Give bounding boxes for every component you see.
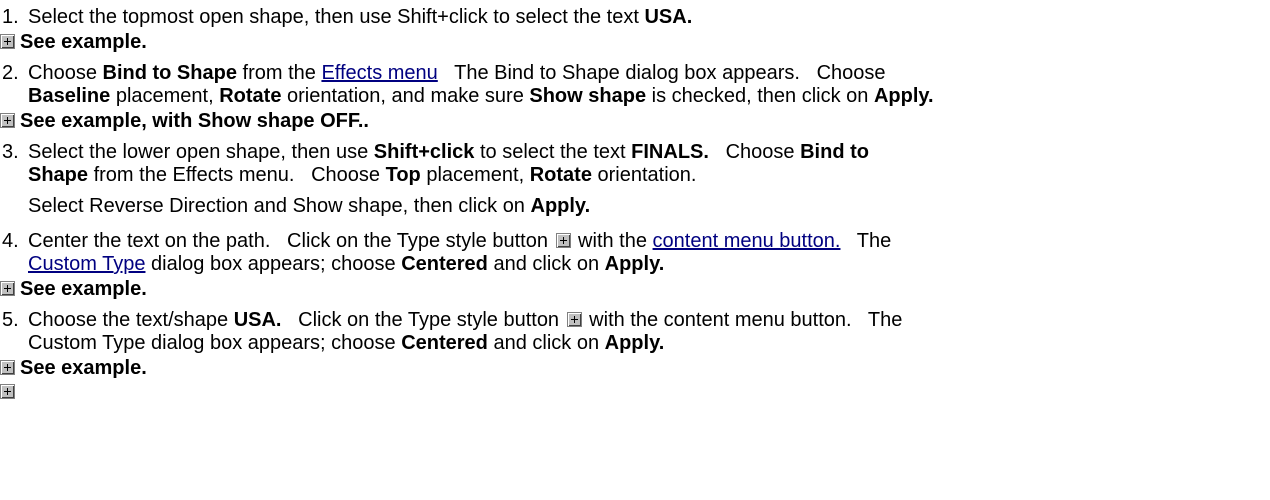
step-3-bold-shift-click: Shift+click xyxy=(373,141,475,163)
step-3-line-1: 3. Select the lower open shape, then use … xyxy=(0,141,869,164)
step-3-text-d: from the Effects menu. Choose xyxy=(88,164,386,186)
step-4-example-row[interactable]: See example. xyxy=(0,278,147,301)
step-3-text-b: to select the text xyxy=(474,141,632,163)
step-3-bold-apply: Apply. xyxy=(530,195,591,217)
step-4-text-a: Center the text on the path. Click on th… xyxy=(28,230,554,252)
step-1-bold-usa: USA. xyxy=(644,6,693,28)
step-5-text-d: Custom Type dialog box appears; choose xyxy=(28,332,402,354)
step-3-text-g: Select Reverse Direction and Show shape,… xyxy=(28,195,531,217)
step-2-text-b: from the xyxy=(236,62,322,84)
step-2-bold-baseline: Baseline xyxy=(28,85,111,107)
trailing-expand-row[interactable] xyxy=(0,381,20,404)
step-4-text-e: and click on xyxy=(487,253,605,275)
step-1-example-link[interactable]: See example. xyxy=(20,31,147,53)
step-4-text-b: with the xyxy=(572,230,653,252)
step-5-text-b: Click on the Type style button xyxy=(281,309,565,331)
step-2-number: 2. xyxy=(2,62,19,84)
expand-plus-icon[interactable] xyxy=(0,360,15,375)
step-1-example-row[interactable]: See example. xyxy=(0,31,147,54)
step-3-line-3: Select Reverse Direction and Show shape,… xyxy=(28,195,590,218)
step-3-bold-finals: FINALS. xyxy=(631,141,709,163)
step-5-example-link[interactable]: See example. xyxy=(20,357,147,379)
step-3-line-2: Shape from the Effects menu. Choose Top … xyxy=(28,164,696,187)
step-5-bold-apply: Apply. xyxy=(604,332,665,354)
step-2-bold-bind-to-shape: Bind to Shape xyxy=(102,62,237,84)
step-3-bold-rotate: Rotate xyxy=(529,164,592,186)
step-3-bold-bind-to: Bind to xyxy=(800,141,869,163)
step-2-bold-apply: Apply. xyxy=(873,85,934,107)
step-3-text-f: orientation. xyxy=(591,164,697,186)
step-1-text: Select the topmost open shape, then use … xyxy=(28,6,645,28)
step-3-bold-top: Top xyxy=(385,164,421,186)
content-menu-button-link[interactable]: content menu button. xyxy=(653,230,841,252)
step-2-line-2: Baseline placement, Rotate orientation, … xyxy=(28,85,934,108)
expand-plus-icon[interactable] xyxy=(0,113,15,128)
step-2-line-1: 2. Choose Bind to Shape from the Effects … xyxy=(0,62,886,85)
step-4-line-1: 4. Center the text on the path. Click on … xyxy=(0,230,891,253)
step-2-text-e: orientation, and make sure xyxy=(281,85,530,107)
custom-type-link[interactable]: Custom Type xyxy=(28,253,145,275)
type-style-button-icon[interactable] xyxy=(555,233,571,248)
type-style-button-icon[interactable] xyxy=(566,312,582,327)
step-4-text-c: The xyxy=(840,230,892,252)
step-5-number: 5. xyxy=(2,309,19,331)
step-3-text-e: placement, xyxy=(420,164,530,186)
step-5-line-1: 5. Choose the text/shape USA. Click on th… xyxy=(0,309,902,332)
step-3-bold-shape: Shape xyxy=(28,164,89,186)
step-5-text-e: and click on xyxy=(487,332,605,354)
step-2-text-f: is checked, then click on xyxy=(646,85,874,107)
step-2-text-c: The Bind to Shape dialog box appears. Ch… xyxy=(437,62,886,84)
step-2-bold-rotate: Rotate xyxy=(219,85,282,107)
expand-plus-icon[interactable] xyxy=(0,34,15,49)
step-4-number: 4. xyxy=(2,230,19,252)
step-3-text-a: Select the lower open shape, then use xyxy=(28,141,374,163)
step-1-number: 1. xyxy=(2,6,19,28)
step-2-example-link[interactable]: See example, with Show shape OFF.. xyxy=(20,110,369,132)
step-2-bold-show-shape: Show shape xyxy=(529,85,647,107)
step-2-text-d: placement, xyxy=(110,85,220,107)
expand-plus-icon[interactable] xyxy=(0,281,15,296)
step-5-bold-usa: USA. xyxy=(233,309,282,331)
step-5-text-c: with the content menu button. The xyxy=(583,309,903,331)
step-3-text-c: Choose xyxy=(708,141,801,163)
step-5-text-a: Choose the text/shape xyxy=(28,309,234,331)
step-4-text-d: dialog box appears; choose xyxy=(145,253,402,275)
step-5-bold-centered: Centered xyxy=(401,332,488,354)
step-3-number: 3. xyxy=(2,141,19,163)
step-4-bold-centered: Centered xyxy=(401,253,488,275)
step-4-bold-apply: Apply. xyxy=(604,253,665,275)
expand-plus-icon[interactable] xyxy=(0,384,15,399)
step-1-line-1: 1. Select the topmost open shape, then us… xyxy=(0,6,692,29)
step-4-line-2: Custom Type dialog box appears; choose C… xyxy=(28,253,664,276)
step-2-example-row[interactable]: See example, with Show shape OFF.. xyxy=(0,110,369,133)
step-5-line-2: Custom Type dialog box appears; choose C… xyxy=(28,332,664,355)
step-5-example-row[interactable]: See example. xyxy=(0,357,147,380)
step-4-example-link[interactable]: See example. xyxy=(20,278,147,300)
step-2-text-a: Choose xyxy=(28,62,103,84)
effects-menu-link[interactable]: Effects menu xyxy=(321,62,437,84)
